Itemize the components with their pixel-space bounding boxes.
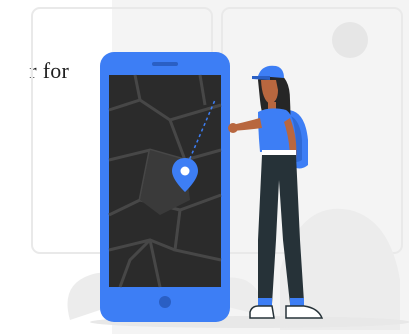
phone-map-illustration [31, 7, 409, 330]
sock-right [290, 298, 304, 306]
belt [262, 150, 296, 155]
phone-home-button [159, 296, 171, 308]
background-circle [332, 22, 368, 58]
background-frame-right [221, 7, 403, 254]
phone [100, 52, 230, 322]
phone-speaker [152, 62, 178, 66]
sock-left [258, 298, 272, 306]
shoe-left [249, 305, 275, 319]
hand [228, 123, 238, 133]
cap-brim [252, 76, 270, 80]
